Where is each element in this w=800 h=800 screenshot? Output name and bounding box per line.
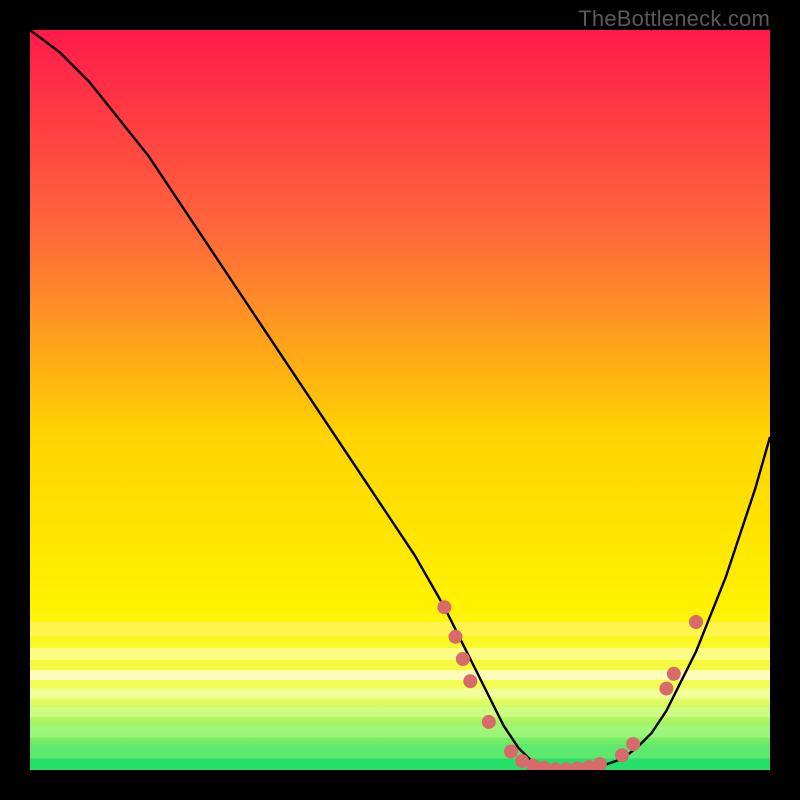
data-point	[615, 748, 629, 762]
data-point	[504, 745, 518, 759]
watermark-text: TheBottleneck.com	[578, 6, 770, 32]
data-point	[463, 674, 477, 688]
data-point	[449, 630, 463, 644]
data-point	[659, 682, 673, 696]
data-point	[456, 652, 470, 666]
data-point	[482, 715, 496, 729]
data-point	[667, 667, 681, 681]
data-point	[626, 737, 640, 751]
plot-area	[30, 30, 770, 770]
chart-container: TheBottleneck.com	[0, 0, 800, 800]
chart-svg	[30, 30, 770, 770]
data-point	[689, 615, 703, 629]
data-point	[437, 600, 451, 614]
